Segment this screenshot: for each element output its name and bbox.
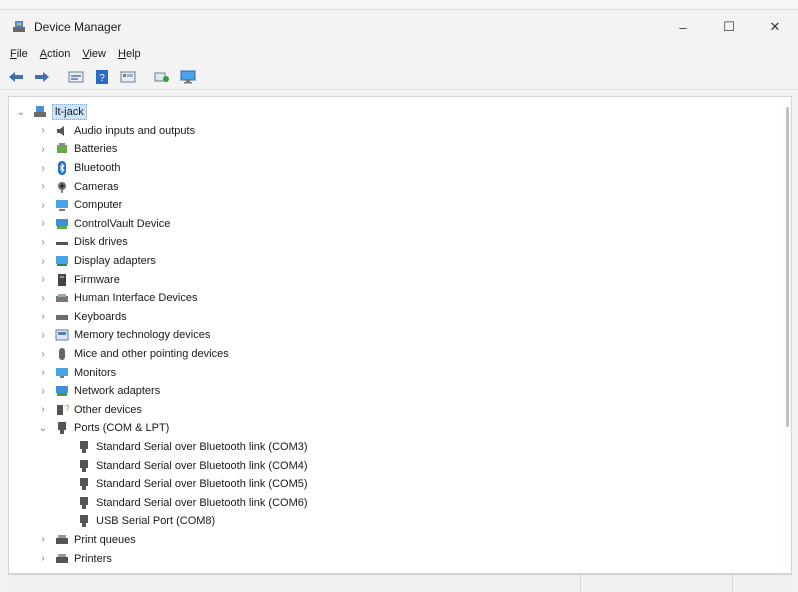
scrollbar-thumb[interactable] xyxy=(786,107,789,427)
tree-item-monitors[interactable]: › Monitors xyxy=(9,363,779,382)
tree-item-disk-drives[interactable]: › Disk drives xyxy=(9,233,779,252)
device-manager-icon xyxy=(12,20,26,34)
chevron-right-icon[interactable]: › xyxy=(37,218,49,229)
hid-icon xyxy=(55,291,69,305)
chevron-right-icon[interactable]: › xyxy=(37,330,49,341)
menu-file[interactable]: File xyxy=(4,48,34,60)
tree-item-ports[interactable]: ⌄ Ports (COM & LPT) xyxy=(9,419,779,438)
back-icon[interactable] xyxy=(6,67,26,87)
chevron-right-icon[interactable]: › xyxy=(37,534,49,545)
printer-icon xyxy=(55,533,69,547)
tree-item-port[interactable]: Standard Serial over Bluetooth link (COM… xyxy=(9,475,779,494)
window-title: Device Manager xyxy=(34,20,122,34)
keyboard-icon xyxy=(55,310,69,324)
vertical-scrollbar[interactable] xyxy=(783,97,791,573)
tree-item-controlvault[interactable]: › ControlVault Device xyxy=(9,215,779,234)
tree-item-mice[interactable]: › Mice and other pointing devices xyxy=(9,345,779,364)
help-icon[interactable]: ? xyxy=(92,67,112,87)
tree-item-other[interactable]: › ? Other devices xyxy=(9,401,779,420)
disk-drive-icon xyxy=(55,235,69,249)
chevron-right-icon[interactable]: › xyxy=(37,293,49,304)
title-bar: Device Manager – ☐ ✕ xyxy=(0,10,798,44)
display-adapter-icon xyxy=(55,254,69,268)
speaker-icon xyxy=(55,124,69,138)
chevron-right-icon[interactable]: › xyxy=(37,386,49,397)
background-window-strip xyxy=(0,0,798,10)
scan-hardware-icon[interactable] xyxy=(152,67,172,87)
tree-item-network[interactable]: › Network adapters xyxy=(9,382,779,401)
tree-item-firmware[interactable]: › Firmware xyxy=(9,270,779,289)
chevron-right-icon[interactable]: › xyxy=(37,553,49,564)
monitor-device-icon xyxy=(55,366,69,380)
toolbar: ? xyxy=(0,64,798,90)
close-button[interactable]: ✕ xyxy=(752,10,798,44)
camera-icon xyxy=(55,180,69,194)
root-label: lt-jack xyxy=(52,104,87,121)
mouse-icon xyxy=(55,347,69,361)
chevron-down-icon[interactable]: ⌄ xyxy=(37,423,49,434)
chevron-right-icon[interactable]: › xyxy=(37,237,49,248)
chevron-right-icon[interactable]: › xyxy=(37,404,49,415)
chevron-down-icon[interactable]: ⌄ xyxy=(15,107,27,118)
svg-text:?: ? xyxy=(99,73,105,84)
network-adapter-icon xyxy=(55,384,69,398)
firmware-icon xyxy=(55,273,69,287)
chevron-right-icon[interactable]: › xyxy=(37,349,49,360)
menu-help[interactable]: Help xyxy=(112,48,147,60)
tree-item-hid[interactable]: › Human Interface Devices xyxy=(9,289,779,308)
port-icon xyxy=(77,459,91,473)
monitor-icon[interactable] xyxy=(178,67,198,87)
chevron-right-icon[interactable]: › xyxy=(37,125,49,136)
chevron-right-icon[interactable]: › xyxy=(37,274,49,285)
chevron-right-icon[interactable]: › xyxy=(37,256,49,267)
memory-card-icon xyxy=(55,328,69,342)
tree-item-port[interactable]: Standard Serial over Bluetooth link (COM… xyxy=(9,493,779,512)
port-icon xyxy=(55,421,69,435)
chevron-right-icon[interactable]: › xyxy=(37,181,49,192)
properties-icon[interactable] xyxy=(66,67,86,87)
battery-icon xyxy=(55,142,69,156)
controlvault-icon xyxy=(55,217,69,231)
tree-item-print-queues[interactable]: › Print queues xyxy=(9,531,779,550)
maximize-button[interactable]: ☐ xyxy=(706,10,752,44)
tree-item-keyboards[interactable]: › Keyboards xyxy=(9,308,779,327)
minimize-button[interactable]: – xyxy=(660,10,706,44)
chevron-right-icon[interactable]: › xyxy=(37,367,49,378)
tree-item-audio[interactable]: › Audio inputs and outputs xyxy=(9,122,779,141)
status-bar xyxy=(8,574,792,592)
tree-item-display-adapters[interactable]: › Display adapters xyxy=(9,252,779,271)
port-icon xyxy=(77,440,91,454)
svg-text:?: ? xyxy=(65,404,69,413)
tree-item-bluetooth[interactable]: › Bluetooth xyxy=(9,159,779,178)
port-icon xyxy=(77,477,91,491)
menu-view[interactable]: View xyxy=(76,48,112,60)
unknown-device-icon: ? xyxy=(55,403,70,417)
tree-item-batteries[interactable]: › Batteries xyxy=(9,140,779,159)
menu-bar: File Action View Help xyxy=(0,44,798,64)
port-icon xyxy=(77,496,91,510)
tree-item-port[interactable]: Standard Serial over Bluetooth link (COM… xyxy=(9,456,779,475)
bluetooth-icon xyxy=(55,161,69,176)
menu-action[interactable]: Action xyxy=(34,48,77,60)
tree-item-printers[interactable]: › Printers xyxy=(9,549,779,568)
computer-tree-icon xyxy=(33,105,47,119)
tree-item-port[interactable]: Standard Serial over Bluetooth link (COM… xyxy=(9,438,779,457)
chevron-right-icon[interactable]: › xyxy=(37,163,49,174)
tree-item-cameras[interactable]: › Cameras xyxy=(9,177,779,196)
tree-item-memory-tech[interactable]: › Memory technology devices xyxy=(9,326,779,345)
tree-item-port[interactable]: USB Serial Port (COM8) xyxy=(9,512,779,531)
tree-item-computer[interactable]: › Computer xyxy=(9,196,779,215)
device-tree-pane[interactable]: ⌄ lt-jack › Audio inputs and outputs › B… xyxy=(8,96,792,574)
show-hidden-icon[interactable] xyxy=(118,67,138,87)
printer-icon xyxy=(55,552,69,566)
chevron-right-icon[interactable]: › xyxy=(37,311,49,322)
forward-icon[interactable] xyxy=(32,67,52,87)
tree-root[interactable]: ⌄ lt-jack xyxy=(9,103,779,122)
port-icon xyxy=(77,514,91,528)
computer-icon xyxy=(55,198,69,212)
chevron-right-icon[interactable]: › xyxy=(37,200,49,211)
device-tree: ⌄ lt-jack › Audio inputs and outputs › B… xyxy=(9,103,779,568)
chevron-right-icon[interactable]: › xyxy=(37,144,49,155)
